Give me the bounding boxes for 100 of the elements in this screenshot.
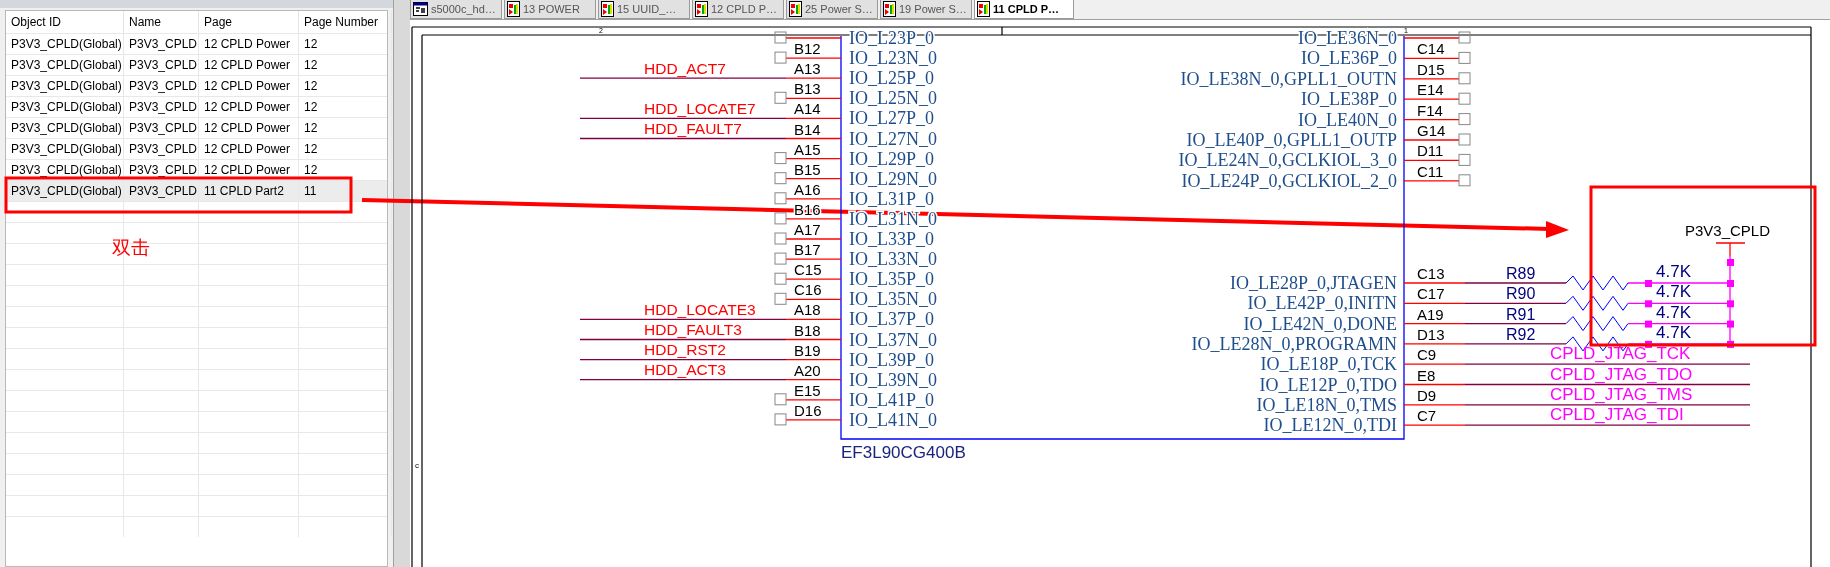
pin-number: D13 [1417,325,1445,343]
pin-line [785,117,842,120]
pin-line [1403,383,1466,386]
pin-line [785,278,842,280]
page-icon [601,1,614,17]
no-connect-marker [774,51,787,64]
page-tab[interactable]: s5000c_hd… [410,0,502,19]
no-connect-marker [1458,174,1471,187]
pin-number: C15 [794,261,822,279]
pin-name: IO_LE38N_0,GPLL1_OUTN [1180,68,1397,89]
no-connect-marker [1458,113,1471,126]
pin-line [1403,404,1466,406]
pin-number: B19 [794,341,821,359]
pin-name: IO_L35N_0 [849,289,937,310]
pin-line [1403,57,1460,60]
resistor-value: 4.7K [1656,282,1691,302]
page-icon [789,1,802,17]
page-tab[interactable]: 19 Power S… [880,0,972,19]
pin-name: IO_L29P_0 [849,148,934,169]
pin-line [1403,98,1460,100]
resistor-ref: R89 [1506,265,1536,282]
net-label: HDD_FAULT3 [644,321,742,338]
no-connect-marker [774,172,787,185]
pin-name: IO_LE36P_0 [1301,48,1397,69]
no-connect-marker [774,232,787,245]
pin-number: C11 [1417,162,1444,180]
part-name: EF3L90CG400B [841,443,966,462]
page-icon [507,1,520,17]
pin-number: A17 [794,221,821,238]
no-connect-marker [774,91,787,104]
pin-name: IO_L25N_0 [849,88,937,109]
net-label: CPLD_JTAG_TDI [1550,405,1684,425]
resistor-value: 4.7K [1656,262,1691,281]
resistor-ref: R90 [1506,285,1536,303]
net-label: HDD_RST2 [644,341,726,359]
no-connect-marker [774,292,787,305]
pin-line [785,318,842,321]
power-label: P3V3_CPLD [1685,222,1771,239]
no-connect-marker [1458,153,1471,166]
pin-name: IO_LE18P_0,TCK [1260,354,1397,375]
pin-line [1403,159,1460,162]
pin-name: IO_LE18N_0,TMS [1256,394,1397,415]
pin-number: D15 [1417,60,1445,78]
junction-marker [1645,300,1652,308]
junction-marker [1645,280,1652,287]
pin-line [785,399,842,401]
pin-name: IO_LE28N_0,PROGRAMN [1191,333,1397,354]
panel-splitter[interactable] [393,0,410,567]
junction-marker [1727,320,1734,328]
pin-line [1403,302,1466,304]
no-connect-marker [774,192,787,205]
pin-name: IO_LE42P_0,INITN [1247,293,1397,314]
pin-number: E14 [1417,81,1444,99]
pin-number: B15 [794,160,821,178]
junction-marker [1727,340,1734,348]
no-connect-marker [774,212,787,225]
pin-number: D11 [1417,142,1444,160]
pin-name: IO_L39N_0 [849,369,937,390]
pin-line [1403,343,1466,345]
pin-number: E8 [1417,366,1436,384]
no-connect-marker [774,393,787,406]
page-tab[interactable]: 25 Power S… [786,0,878,19]
pin-number: G14 [1417,122,1446,139]
pin-name: IO_L33N_0 [849,249,937,270]
pin-number: B14 [794,120,821,138]
pin-line [785,379,842,381]
pin-name: IO_LE40P_0,GPLL1_OUTP [1186,130,1397,150]
pin-line [1403,180,1460,182]
pin-number: B13 [794,80,821,98]
pin-line [1403,118,1460,121]
page-tab[interactable]: 12 CPLD P… [692,0,784,19]
pin-line [1403,139,1460,141]
pin-line [1403,322,1466,325]
pin-name: IO_L25P_0 [849,68,934,89]
pin-name: IO_LE12N_0,TDI [1263,415,1397,436]
resistor-value: 4.7K [1656,302,1691,322]
pin-line [785,37,842,39]
page-tab[interactable]: 11 CPLD P… [974,0,1074,19]
no-connect-marker [1458,72,1471,85]
page-tab[interactable]: 13 POWER [504,0,596,19]
pin-number: D16 [794,401,822,419]
pin-number: C9 [1417,346,1437,364]
pin-line [1403,282,1466,284]
resistor-symbol [1565,275,1629,291]
pin-name: IO_LE38P_0 [1301,89,1397,110]
pin-number: A18 [794,301,821,319]
pin-name: IO_LE42N_0,DONE [1243,313,1397,334]
page-tab[interactable]: 15 UUID_… [598,0,690,19]
no-connect-marker [774,272,787,285]
net-label: CPLD_JTAG_TCK [1550,344,1691,364]
pin-line [1403,78,1460,80]
junction-marker [1645,320,1652,328]
pin-name: IO_LE12P_0,TDO [1259,374,1397,395]
pin-number: A13 [794,60,821,78]
table-cell: P3V3_CPLD [124,181,199,201]
no-connect-marker [1458,51,1471,64]
pin-number: C13 [1417,265,1445,282]
pin-line [785,157,842,160]
pin-line [785,238,842,240]
pin-number: B12 [794,40,821,58]
